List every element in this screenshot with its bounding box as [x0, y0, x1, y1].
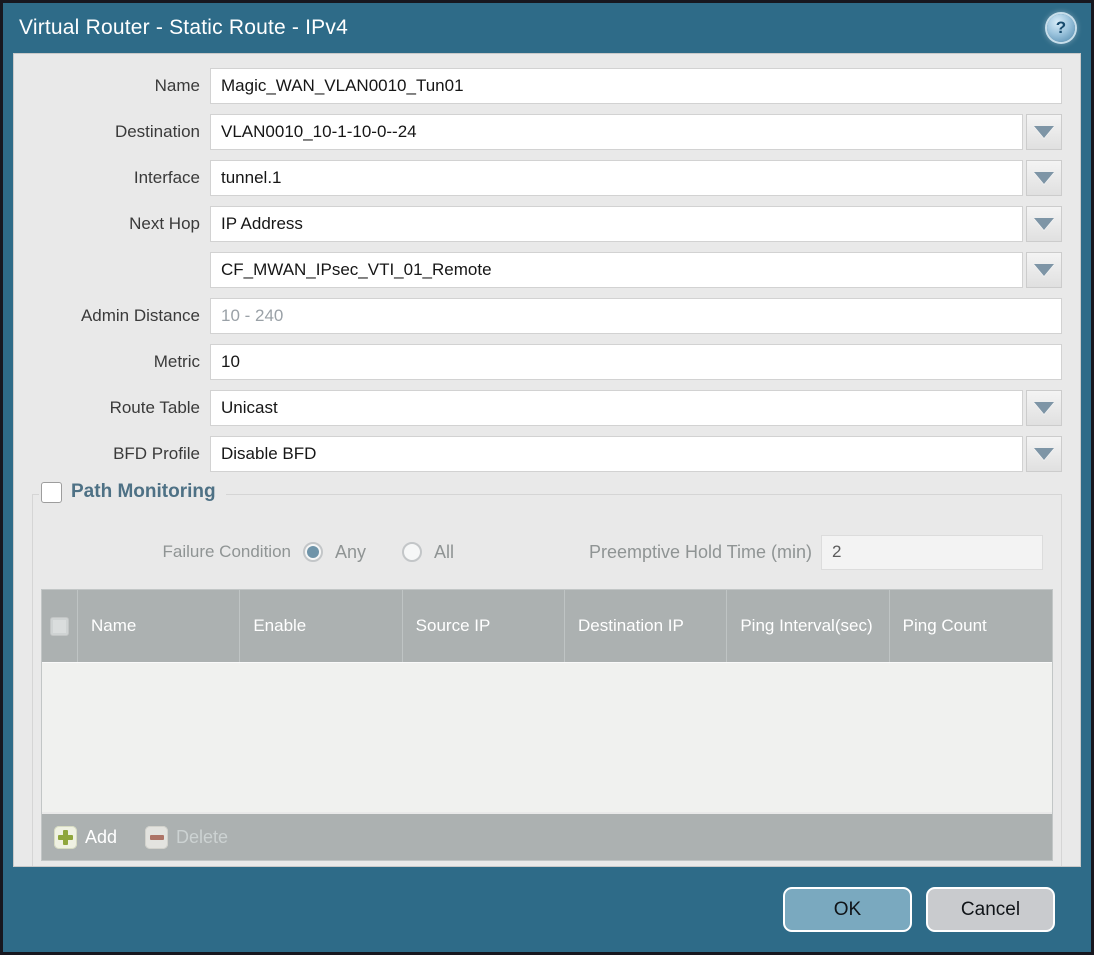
plus-icon [54, 825, 77, 849]
dialog-footer: OK Cancel [3, 867, 1091, 952]
route-table-input[interactable] [210, 390, 1023, 426]
radio-option-all[interactable]: All [402, 542, 454, 563]
radio-any-label: Any [335, 541, 367, 562]
form-row-next-hop: Next Hop [14, 206, 1062, 242]
name-label: Name [154, 76, 200, 95]
form-row-name: Name [14, 68, 1062, 104]
form-row-next-hop-address [14, 252, 1062, 288]
next-hop-address-dropdown-button[interactable] [1026, 252, 1062, 288]
next-hop-address-input[interactable] [210, 252, 1023, 288]
admin-distance-label: Admin Distance [80, 306, 200, 325]
path-monitoring-title: Path Monitoring [71, 481, 216, 502]
interface-input[interactable] [210, 160, 1023, 196]
admin-distance-input[interactable] [210, 298, 1062, 334]
delete-button[interactable]: Delete [145, 825, 229, 849]
metric-input[interactable] [210, 344, 1062, 380]
dialog-window: Virtual Router - Static Route - IPv4 ? N… [0, 0, 1094, 955]
preemptive-hold-time-input[interactable] [821, 534, 1043, 570]
delete-button-label: Delete [176, 826, 229, 847]
bfd-profile-input[interactable] [210, 436, 1023, 472]
failure-condition-row: Failure Condition Any All Preemptive Hol… [41, 533, 1043, 571]
destination-input[interactable] [210, 114, 1023, 150]
table-body-empty [42, 662, 1052, 812]
bfd-profile-label: BFD Profile [113, 444, 200, 463]
form-row-metric: Metric [14, 344, 1062, 380]
radio-all-icon[interactable] [402, 542, 423, 562]
path-monitoring-section: Path Monitoring Failure Condition Any Al… [32, 481, 1062, 866]
metric-label: Metric [153, 352, 200, 371]
radio-option-any[interactable]: Any [303, 542, 366, 563]
failure-condition-label: Failure Condition [162, 542, 291, 561]
path-monitoring-legend: Path Monitoring [39, 481, 226, 503]
route-table-label: Route Table [109, 398, 200, 417]
column-header-ping-count[interactable]: Ping Count [890, 590, 1052, 662]
bfd-profile-dropdown-button[interactable] [1026, 436, 1062, 472]
add-button-label: Add [85, 826, 118, 847]
table-toolbar: Add Delete [42, 814, 1052, 860]
interface-label: Interface [133, 168, 200, 187]
chevron-down-icon [1034, 126, 1054, 138]
dialog-title: Virtual Router - Static Route - IPv4 [19, 16, 348, 39]
form-row-admin-distance: Admin Distance [14, 298, 1062, 334]
path-monitoring-checkbox[interactable] [41, 481, 62, 503]
column-header-source-ip[interactable]: Source IP [403, 590, 565, 662]
ok-button[interactable]: OK [783, 887, 912, 932]
table-header-checkbox-cell [42, 590, 78, 662]
path-monitoring-table: Name Enable Source IP Destination IP Pin… [41, 589, 1053, 861]
chevron-down-icon [1034, 218, 1054, 230]
dialog-content: Name Destination Interface [13, 53, 1081, 867]
dialog-frame: Virtual Router - Static Route - IPv4 ? N… [3, 3, 1091, 952]
radio-all-label: All [434, 541, 455, 562]
title-bar: Virtual Router - Static Route - IPv4 ? [3, 3, 1091, 53]
name-input[interactable] [210, 68, 1062, 104]
next-hop-label: Next Hop [129, 214, 200, 233]
form-row-interface: Interface [14, 160, 1062, 196]
column-header-enable[interactable]: Enable [240, 590, 403, 662]
destination-label: Destination [114, 122, 200, 141]
interface-dropdown-button[interactable] [1026, 160, 1062, 196]
radio-any-icon[interactable] [303, 542, 323, 562]
minus-icon [145, 825, 169, 849]
chevron-down-icon [1034, 172, 1054, 184]
destination-dropdown-button[interactable] [1026, 114, 1062, 150]
table-header-row: Name Enable Source IP Destination IP Pin… [42, 590, 1052, 662]
help-icon[interactable]: ? [1047, 14, 1075, 42]
preemptive-hold-time-label: Preemptive Hold Time (min) [588, 541, 812, 562]
column-header-destination-ip[interactable]: Destination IP [565, 590, 728, 662]
form-row-destination: Destination [14, 114, 1062, 150]
route-table-dropdown-button[interactable] [1026, 390, 1062, 426]
failure-condition-radio-group: Any All [303, 542, 454, 563]
chevron-down-icon [1034, 448, 1054, 460]
cancel-button[interactable]: Cancel [926, 887, 1055, 932]
add-button[interactable]: Add [54, 825, 118, 849]
column-header-name[interactable]: Name [78, 590, 241, 662]
chevron-down-icon [1034, 402, 1054, 414]
column-header-ping-interval[interactable]: Ping Interval(sec) [727, 590, 890, 662]
chevron-down-icon [1034, 264, 1054, 276]
next-hop-type-dropdown-button[interactable] [1026, 206, 1062, 242]
form-row-bfd-profile: BFD Profile [14, 436, 1062, 472]
form-row-route-table: Route Table [14, 390, 1062, 426]
select-all-checkbox[interactable] [50, 616, 69, 636]
next-hop-type-input[interactable] [210, 206, 1023, 242]
